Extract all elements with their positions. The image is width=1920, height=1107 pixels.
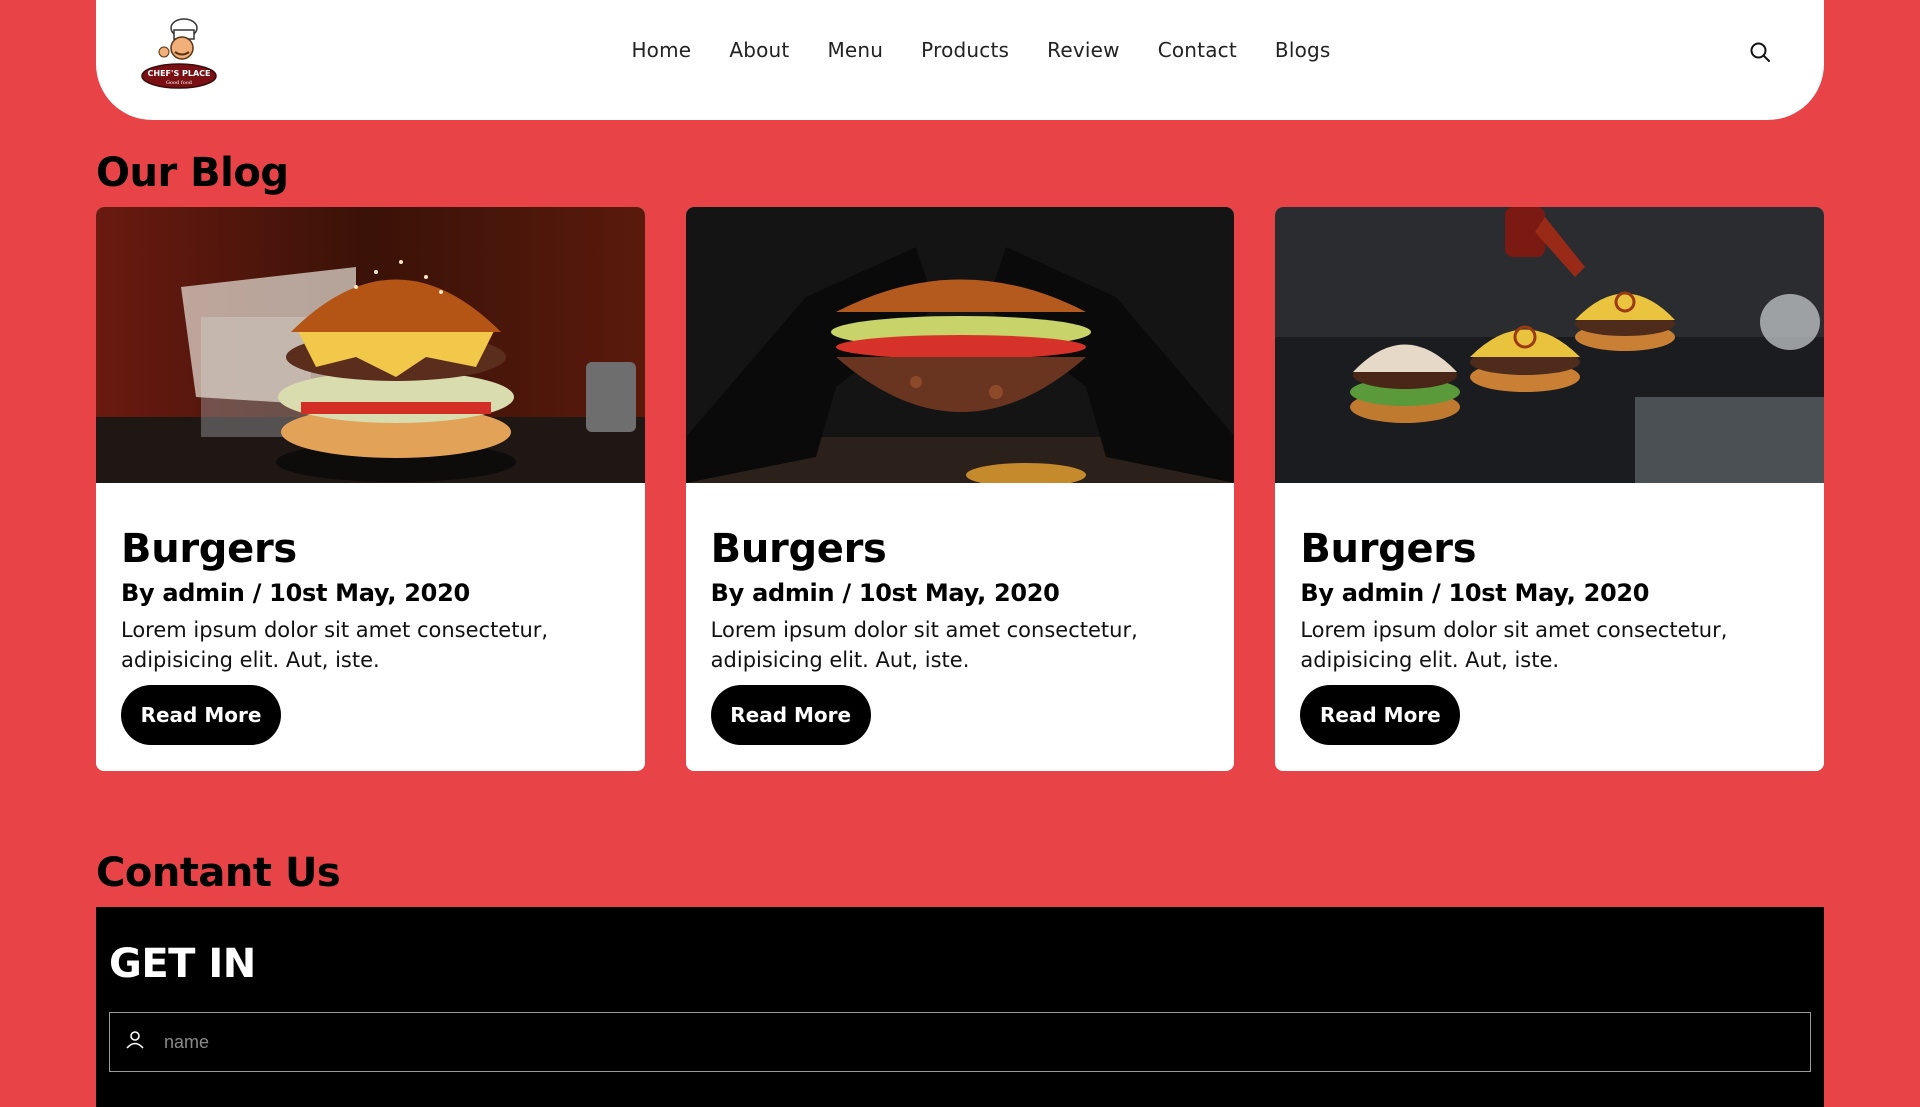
burger-photo (96, 207, 645, 483)
logo-text-2: Good food (166, 80, 193, 86)
nav-blogs[interactable]: Blogs (1275, 38, 1331, 62)
nav-menu[interactable]: Menu (827, 38, 883, 62)
read-more-button[interactable]: Read More (710, 685, 871, 745)
card-title: Burgers (710, 526, 887, 572)
nav-home[interactable]: Home (631, 38, 691, 62)
card-title: Burgers (1300, 526, 1477, 572)
read-more-button[interactable]: Read More (121, 685, 281, 745)
card-meta: By admin / 10st May, 2020 (710, 579, 1060, 607)
card-body: Burgers By admin / 10st May, 2020 Lorem … (121, 525, 625, 675)
contact-section-title: Contant Us (96, 850, 341, 896)
card-body: Burgers By admin / 10st May, 2020 Lorem … (1300, 525, 1804, 675)
search-icon (1750, 42, 1770, 62)
main-nav: Home About Menu Products Review Contact … (96, 38, 1824, 62)
nav-products[interactable]: Products (921, 38, 1009, 62)
read-more-button[interactable]: Read More (1300, 685, 1461, 745)
blog-card: Burgers By admin / 10st May, 2020 Lorem … (1275, 207, 1825, 771)
card-text: Lorem ipsum dolor sit amet consectetur, … (121, 618, 549, 672)
burger-photo (1275, 207, 1825, 483)
card-body: Burgers By admin / 10st May, 2020 Lorem … (711, 525, 1215, 675)
nav-contact[interactable]: Contact (1158, 38, 1237, 62)
card-title: Burgers (121, 526, 297, 572)
blog-cards: Burgers By admin / 10st May, 2020 Lorem … (96, 207, 1825, 771)
blog-card: Burgers By admin / 10st May, 2020 Lorem … (685, 207, 1235, 771)
nav-review[interactable]: Review (1047, 38, 1120, 62)
site-header: CHEF'S PLACE Good food Home About Menu P… (96, 0, 1824, 120)
card-text: Lorem ipsum dolor sit amet consectetur, … (1300, 618, 1728, 672)
contact-form: GET IN (96, 907, 1824, 1107)
name-field (109, 1012, 1811, 1072)
nav-about[interactable]: About (729, 38, 789, 62)
logo-text-1: CHEF'S PLACE (148, 69, 211, 78)
user-icon (126, 1031, 144, 1049)
card-meta: By admin / 10st May, 2020 (121, 579, 470, 607)
search-button[interactable] (1746, 38, 1774, 66)
card-meta: By admin / 10st May, 2020 (1300, 579, 1650, 607)
blog-section-title: Our Blog (96, 150, 289, 196)
contact-heading: GET IN (109, 941, 256, 987)
card-text: Lorem ipsum dolor sit amet consectetur, … (710, 618, 1138, 672)
blog-card: Burgers By admin / 10st May, 2020 Lorem … (96, 207, 645, 771)
burger-photo (685, 207, 1235, 483)
name-input[interactable] (164, 1013, 1764, 1071)
